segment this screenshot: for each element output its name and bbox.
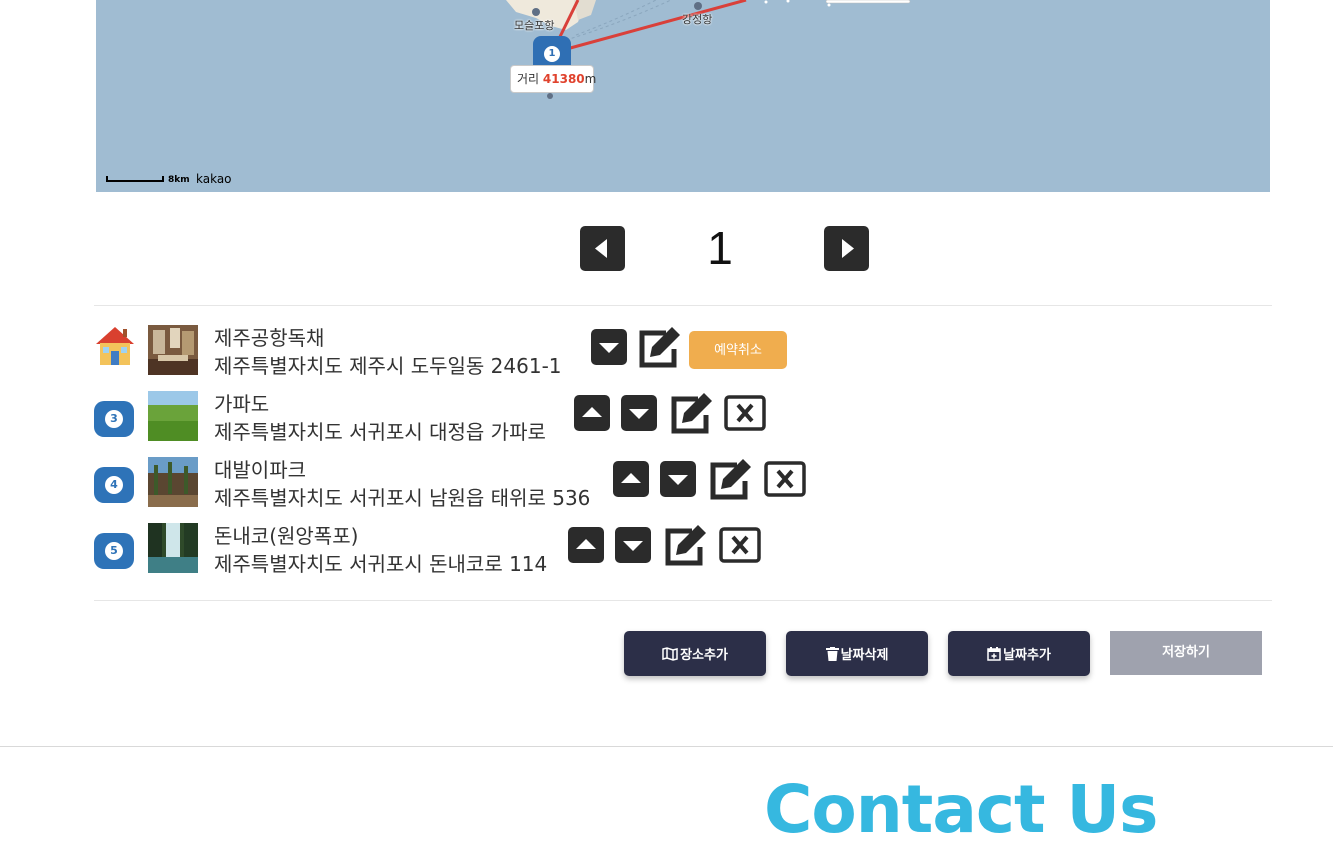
caret-up-icon: [582, 407, 602, 417]
move-up-button[interactable]: [574, 395, 610, 431]
distance-unit: m: [584, 72, 597, 86]
place-address: 제주특별자치도 서귀포시 남원읍 태위로 536: [214, 486, 591, 510]
itinerary-row: 3 가파도 제주특별자치도 서귀포시 대정읍 가파로: [94, 391, 794, 444]
map-marker-number: 1: [544, 46, 560, 62]
itinerary-row: 4 대발이파크 제주특별자치도 서귀포시 남원읍 태위로 536: [94, 457, 834, 510]
move-down-button[interactable]: [660, 461, 696, 497]
move-up-button[interactable]: [568, 527, 604, 563]
delete-day-button[interactable]: 날짜삭제: [786, 631, 928, 676]
delete-day-label: 날짜삭제: [840, 647, 889, 662]
caret-down-icon: [599, 343, 619, 353]
cancel-reservation-button[interactable]: 예약취소: [689, 331, 787, 369]
order-badge: 5: [94, 533, 134, 569]
order-number: 5: [105, 542, 123, 560]
next-page-button[interactable]: [824, 226, 869, 271]
map-label-gangjeong: 강정항: [682, 13, 713, 26]
place-photo: [148, 325, 198, 375]
close-square-icon: [764, 461, 806, 497]
edit-button[interactable]: [707, 457, 753, 501]
edit-icon: [671, 393, 712, 434]
itinerary-row: 5 돈내코(원앙폭포) 제주특별자치도 서귀포시 돈내코로 114: [94, 523, 794, 576]
place-name: 가파도: [214, 392, 270, 416]
place-photo: [148, 391, 198, 441]
calendar-plus-icon: [987, 646, 1001, 661]
place-address: 제주특별자치도 서귀포시 대정읍 가파로: [214, 420, 546, 444]
add-day-label: 날짜추가: [1003, 647, 1051, 662]
edit-icon: [665, 525, 706, 566]
order-badge: 3: [94, 401, 134, 437]
itinerary-row-lodging: 제주공항독채 제주특별자치도 제주시 도두일동 2461-1 예약취소: [94, 325, 794, 378]
distance-value: 41380: [542, 72, 585, 86]
prev-page-button[interactable]: [580, 226, 625, 271]
place-photo: [148, 523, 198, 573]
caret-up-icon: [621, 473, 641, 483]
move-down-button[interactable]: [621, 395, 657, 431]
distance-tooltip: 거리 41380m: [510, 65, 597, 93]
map-provider-logo: kakao: [196, 172, 232, 186]
delete-button[interactable]: [719, 527, 761, 563]
add-place-label: 장소추가: [680, 647, 728, 662]
order-badge: 4: [94, 467, 134, 503]
footer-divider: [0, 746, 1333, 747]
contact-heading: Contact Us: [764, 771, 1158, 845]
caret-left-icon: [595, 239, 607, 258]
edit-icon: [639, 327, 680, 368]
move-down-button[interactable]: [615, 527, 651, 563]
edit-button[interactable]: [636, 325, 682, 369]
caret-down-icon: [668, 475, 688, 485]
place-name: 대발이파크: [214, 458, 306, 482]
place-address: 제주특별자치도 제주시 도두일동 2461-1: [214, 354, 562, 378]
distance-label: 거리: [517, 72, 543, 86]
scale-bar: [106, 176, 164, 182]
edit-button[interactable]: [662, 523, 708, 567]
trash-icon: [825, 646, 839, 661]
edit-icon: [710, 459, 751, 500]
order-number: 3: [105, 410, 123, 428]
place-name: 돈내코(원앙폭포): [214, 524, 359, 548]
house-icon: [96, 327, 134, 365]
place-name: 제주공항독채: [214, 326, 325, 350]
scale-text: 8km: [168, 175, 190, 185]
caret-right-icon: [842, 239, 854, 258]
move-down-button[interactable]: [591, 329, 627, 365]
delete-button[interactable]: [724, 395, 766, 431]
delete-button[interactable]: [764, 461, 806, 497]
place-address: 제주특별자치도 서귀포시 돈내코로 114: [214, 552, 548, 576]
close-square-icon: [724, 395, 766, 431]
map-icon: [662, 646, 678, 661]
divider-top: [94, 305, 1272, 306]
move-up-button[interactable]: [613, 461, 649, 497]
place-photo: [148, 457, 198, 507]
route-map[interactable]: 모슬포항 강정항 1 거리 41380m 8km kakao: [96, 0, 1270, 192]
close-square-icon: [719, 527, 761, 563]
add-place-button[interactable]: 장소추가: [624, 631, 766, 676]
map-label-moseulpo: 모슬포항: [514, 19, 555, 32]
page-number: 1: [707, 222, 733, 274]
map-background: [506, 0, 911, 99]
caret-up-icon: [576, 539, 596, 549]
order-number: 4: [105, 476, 123, 494]
edit-button[interactable]: [668, 391, 714, 435]
divider-bottom: [94, 600, 1272, 601]
caret-down-icon: [623, 541, 643, 551]
add-day-button[interactable]: 날짜추가: [948, 631, 1090, 676]
save-button[interactable]: 저장하기: [1110, 631, 1262, 675]
caret-down-icon: [629, 409, 649, 419]
